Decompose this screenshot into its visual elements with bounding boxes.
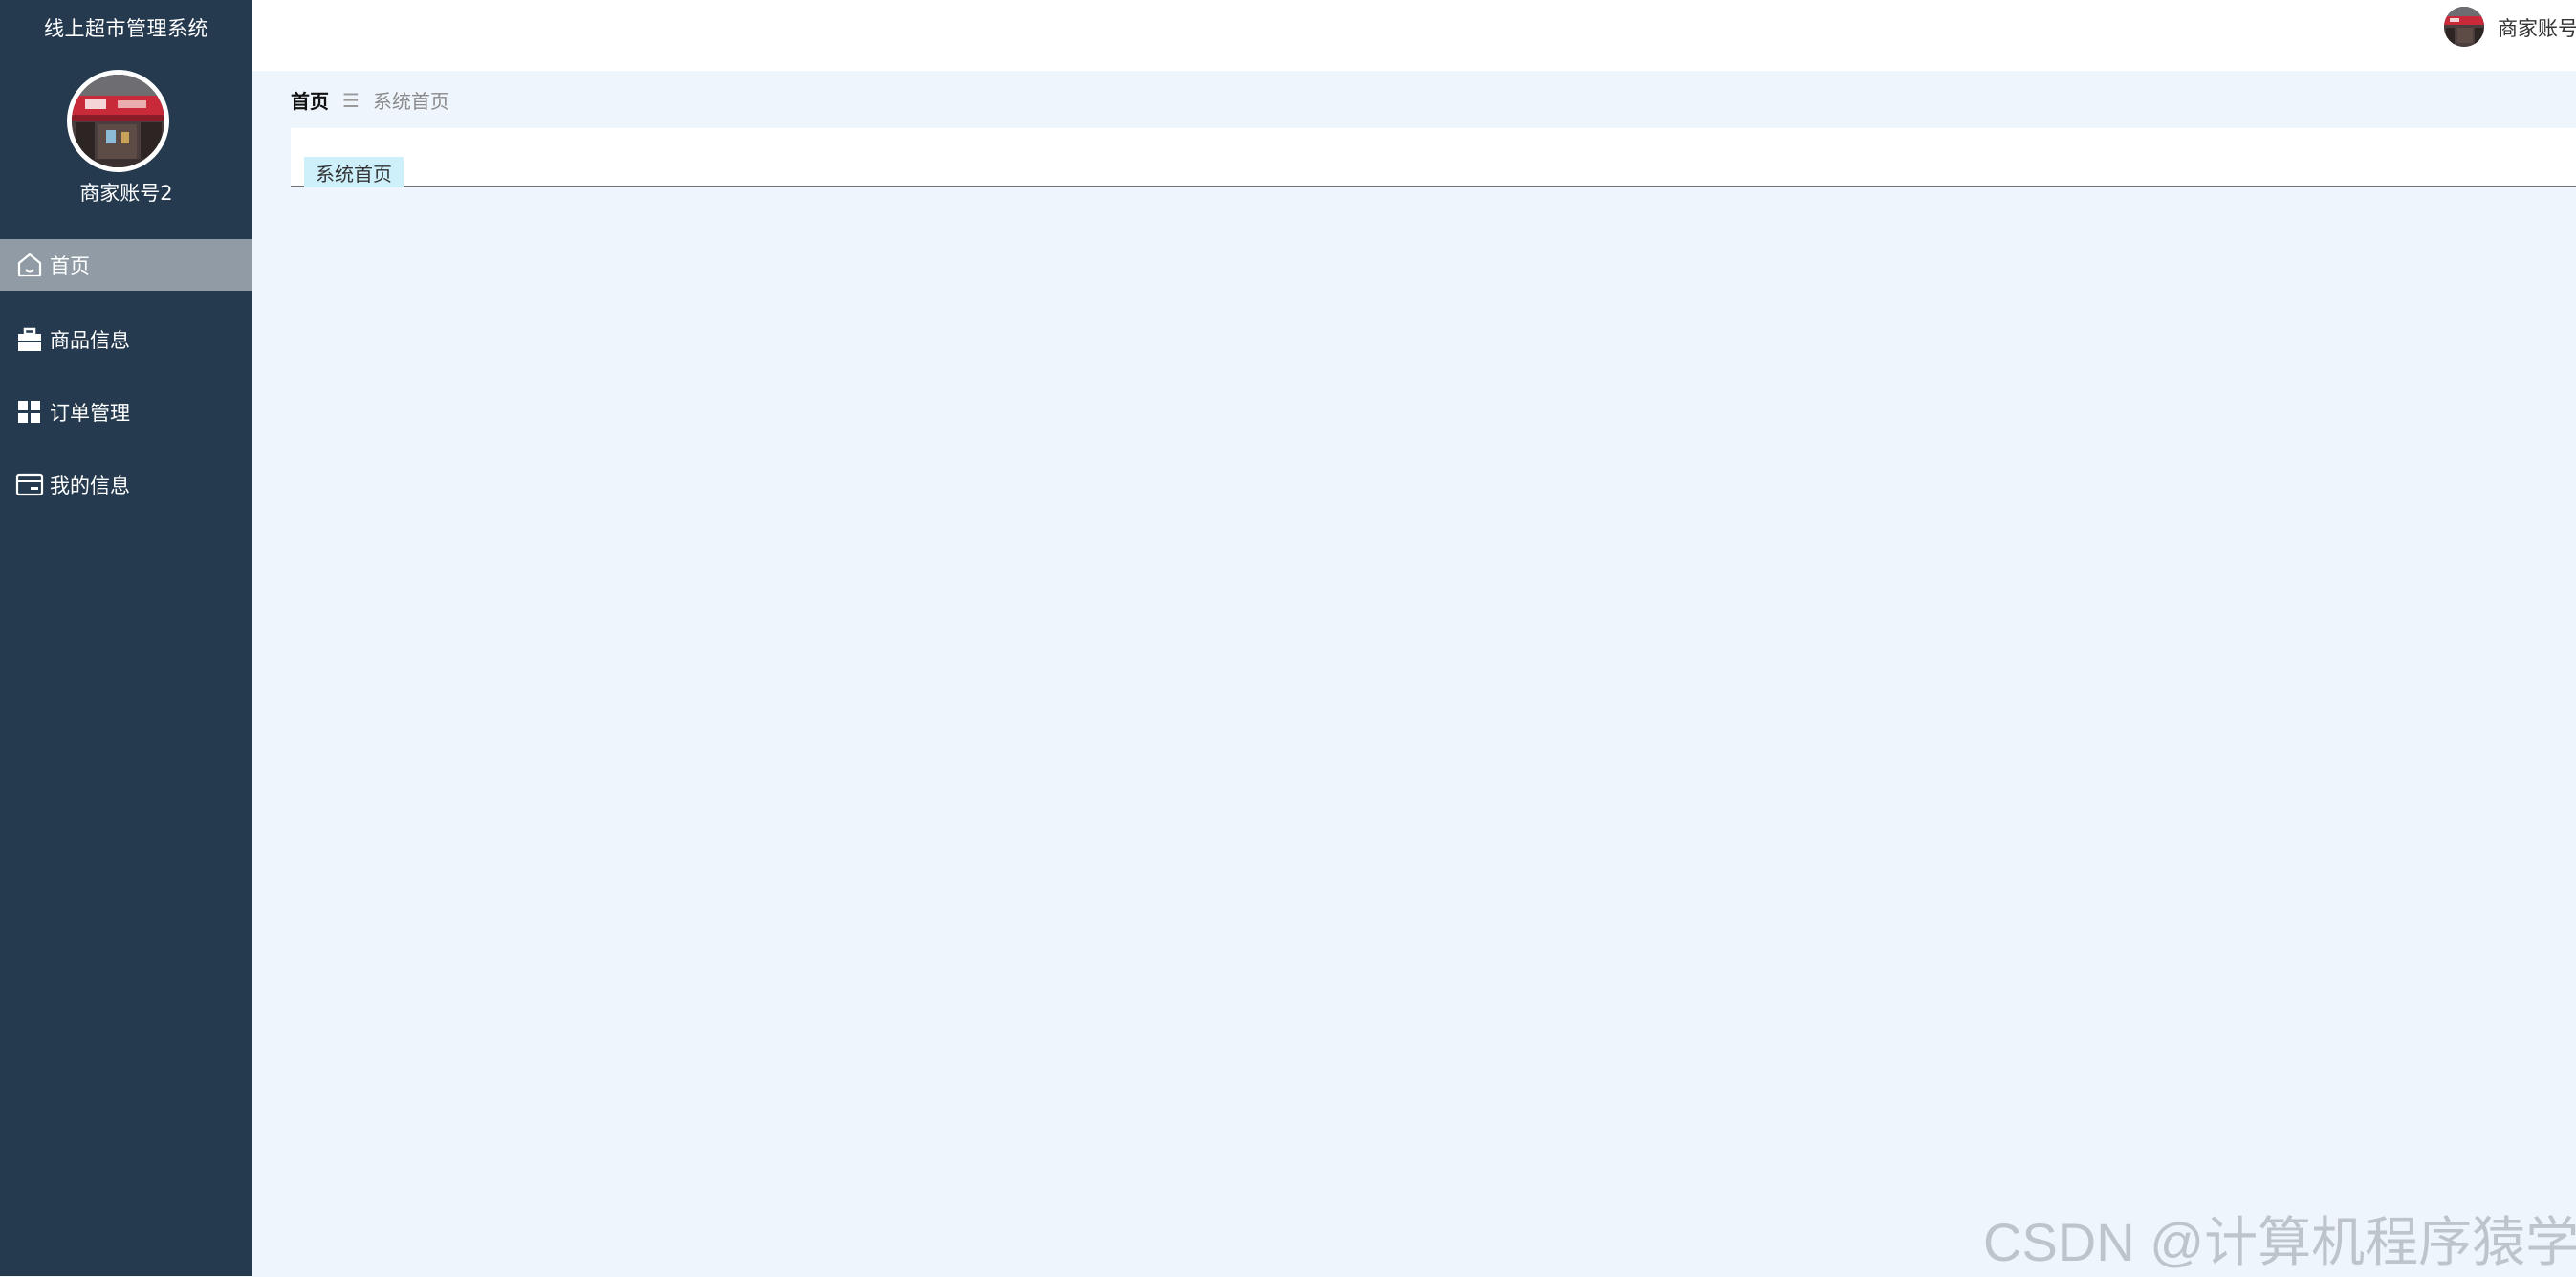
tab-panel: 系统首页 (291, 128, 2576, 187)
sidebar-item-label: 商品信息 (50, 329, 130, 352)
sidebar-item-my-info[interactable]: 我的信息 (0, 459, 252, 511)
breadcrumb: 首页 ☰ 系统首页 (291, 86, 449, 114)
breadcrumb-separator-icon: ☰ (342, 88, 360, 112)
app-title: 线上超市管理系统 (44, 17, 208, 40)
grid-icon (15, 398, 44, 427)
sidebar: 线上超市管理系统 商家账号2 首页 商品信息 订单管理 我的信息 (0, 0, 252, 1276)
sidebar-item-label: 订单管理 (50, 402, 130, 425)
briefcase-icon (15, 325, 44, 354)
profile-name: 商家账号2 (79, 182, 173, 205)
user-avatar[interactable] (2444, 7, 2484, 47)
sidebar-menu: 首页 商品信息 订单管理 我的信息 (0, 239, 252, 532)
sidebar-item-products[interactable]: 商品信息 (0, 314, 252, 365)
tab-system-home[interactable]: 系统首页 (304, 157, 404, 187)
profile-avatar[interactable] (67, 70, 169, 172)
sidebar-item-label: 首页 (50, 254, 90, 277)
storefront-photo-icon (72, 75, 164, 167)
sidebar-item-orders[interactable]: 订单管理 (0, 386, 252, 438)
home-icon (15, 251, 44, 279)
breadcrumb-home[interactable]: 首页 (291, 86, 329, 114)
storefront-photo-icon (2444, 7, 2484, 47)
watermark: CSDN @计算机程序猿学长 (1983, 1212, 2576, 1272)
sidebar-item-home[interactable]: 首页 (0, 239, 252, 291)
breadcrumb-current: 系统首页 (372, 90, 449, 113)
top-bar (252, 0, 2576, 71)
header-username[interactable]: 商家账号2 (2498, 13, 2576, 42)
card-icon (15, 471, 44, 499)
sidebar-item-label: 我的信息 (50, 474, 130, 497)
